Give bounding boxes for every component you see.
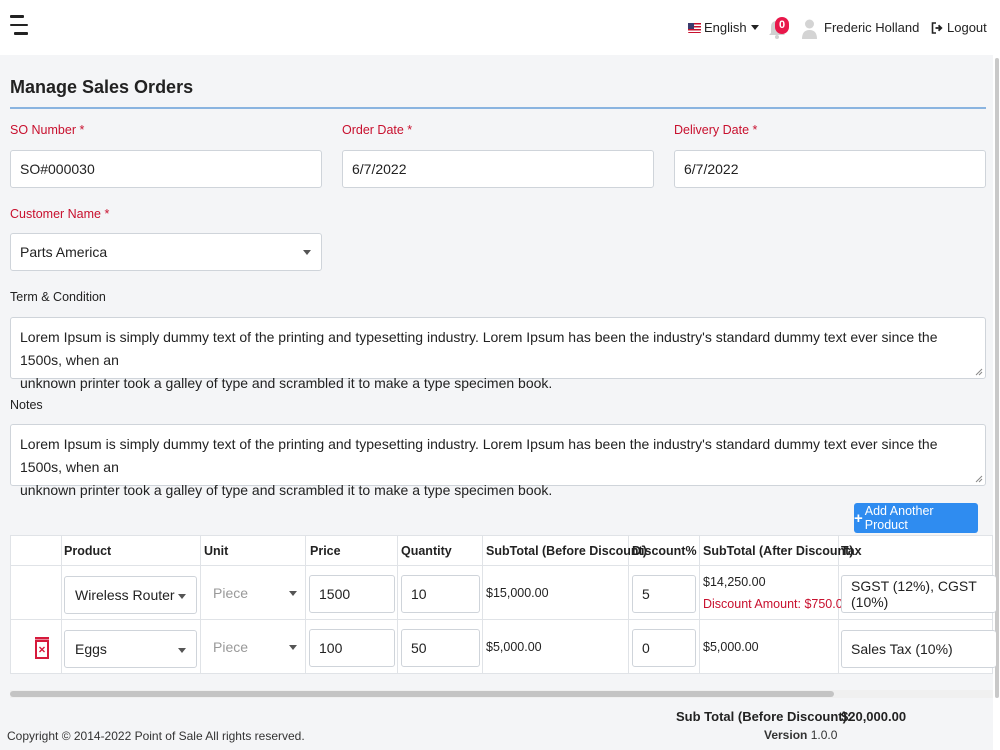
chevron-down-icon (178, 594, 186, 599)
copyright-text: Copyright © 2014-2022 Point of Sale All … (7, 729, 305, 743)
product-value: Wireless Router (75, 587, 175, 603)
plus-icon: + (854, 509, 863, 527)
user-avatar-icon[interactable] (802, 19, 817, 39)
table-cell (10, 565, 62, 620)
col-header-subtotal-before: SubTotal (Before Discount) (486, 544, 647, 558)
quantity-input[interactable]: 10 (401, 575, 480, 613)
notes-label: Notes (10, 398, 43, 412)
tax-select[interactable]: SGST (12%), CGST (10%) (841, 575, 996, 613)
delete-row-icon[interactable] (32, 636, 52, 660)
order-date-field[interactable]: 6/7/2022 (342, 150, 654, 188)
language-label: English (704, 20, 747, 35)
price-input[interactable]: 1500 (309, 575, 395, 613)
subtotal-before-value: $5,000.00 (486, 640, 542, 654)
subtotal-label: Sub Total (Before Discount): (676, 709, 852, 724)
discount-amount-value: Discount Amount: $750.00 (703, 597, 850, 611)
subtotal-before-value: $15,000.00 (486, 586, 549, 600)
col-header-quantity: Quantity (401, 544, 452, 558)
quantity-input[interactable]: 50 (401, 629, 480, 667)
chevron-down-icon (303, 250, 311, 255)
terms-textarea[interactable]: Lorem Ipsum is simply dummy text of the … (10, 317, 986, 391)
version-text: Version 1.0.0 (764, 728, 837, 742)
so-number-field[interactable]: SO#000030 (10, 150, 322, 188)
version-label: Version (764, 728, 808, 742)
top-navbar: English 0 Frederic Holland Logout (0, 0, 1000, 55)
add-another-product-button[interactable]: + Add Another Product (854, 503, 978, 533)
unit-select[interactable]: Piece (203, 574, 303, 612)
terms-line-1: Lorem Ipsum is simply dummy text of the … (20, 329, 938, 368)
discount-input[interactable]: 0 (632, 629, 696, 667)
col-header-subtotal-after: SubTotal (After Discount) (703, 544, 854, 558)
col-header-discount: Discount% (632, 544, 697, 558)
customer-name-select[interactable]: Parts America (10, 233, 322, 271)
product-value: Eggs (75, 641, 107, 657)
chevron-down-icon (289, 645, 297, 650)
product-select[interactable]: Eggs (64, 630, 197, 668)
delivery-date-label: Delivery Date * (674, 123, 758, 137)
notes-line-2: unknown printer took a galley of type an… (20, 482, 553, 498)
resize-handle-icon[interactable] (975, 368, 983, 376)
language-selector[interactable]: English (688, 20, 759, 35)
us-flag-icon (688, 22, 701, 33)
notes-textarea[interactable]: Lorem Ipsum is simply dummy text of the … (10, 424, 986, 498)
product-select[interactable]: Wireless Router (64, 576, 197, 614)
unit-value: Piece (213, 585, 249, 601)
terms-line-2: unknown printer took a galley of type an… (20, 375, 553, 391)
customer-name-value: Parts America (20, 244, 108, 260)
customer-name-label: Customer Name * (10, 207, 110, 221)
chevron-down-icon (750, 25, 759, 30)
unit-value: Piece (213, 639, 249, 655)
logout-label: Logout (947, 20, 987, 35)
title-divider (10, 107, 986, 109)
col-header-product: Product (64, 544, 112, 558)
chevron-down-icon (289, 591, 297, 596)
delivery-date-field[interactable]: 6/7/2022 (674, 150, 986, 188)
page-title: Manage Sales Orders (10, 77, 194, 97)
col-header-unit: Unit (204, 544, 229, 558)
discount-input[interactable]: 5 (632, 575, 696, 613)
notification-count-badge: 0 (775, 17, 789, 34)
horizontal-scrollbar[interactable] (10, 691, 834, 697)
subtotal-value: $20,000.00 (841, 709, 907, 724)
sign-out-icon (931, 21, 943, 34)
unit-select[interactable]: Piece (203, 628, 303, 666)
col-header-price: Price (310, 544, 341, 558)
chevron-down-icon (178, 648, 186, 653)
user-name[interactable]: Frederic Holland (824, 20, 919, 35)
version-value: 1.0.0 (810, 728, 838, 742)
subtotal-after-value: $5,000.00 (703, 640, 759, 654)
price-input[interactable]: 100 (309, 629, 395, 667)
resize-handle-icon[interactable] (975, 475, 983, 483)
so-number-label: SO Number * (10, 123, 85, 137)
logout-link[interactable]: Logout (931, 20, 987, 35)
menu-toggle-icon[interactable] (10, 15, 28, 37)
terms-label: Term & Condition (10, 290, 106, 304)
col-header-tax: Tax (841, 544, 862, 558)
notes-line-1: Lorem Ipsum is simply dummy text of the … (20, 436, 938, 475)
add-product-label: Add Another Product (864, 504, 934, 532)
subtotal-after-value: $14,250.00 (703, 575, 766, 589)
table-header-cell (10, 535, 62, 566)
order-date-label: Order Date * (342, 123, 413, 137)
table-cell (699, 565, 839, 620)
tax-select[interactable]: Sales Tax (10%) (841, 630, 996, 668)
